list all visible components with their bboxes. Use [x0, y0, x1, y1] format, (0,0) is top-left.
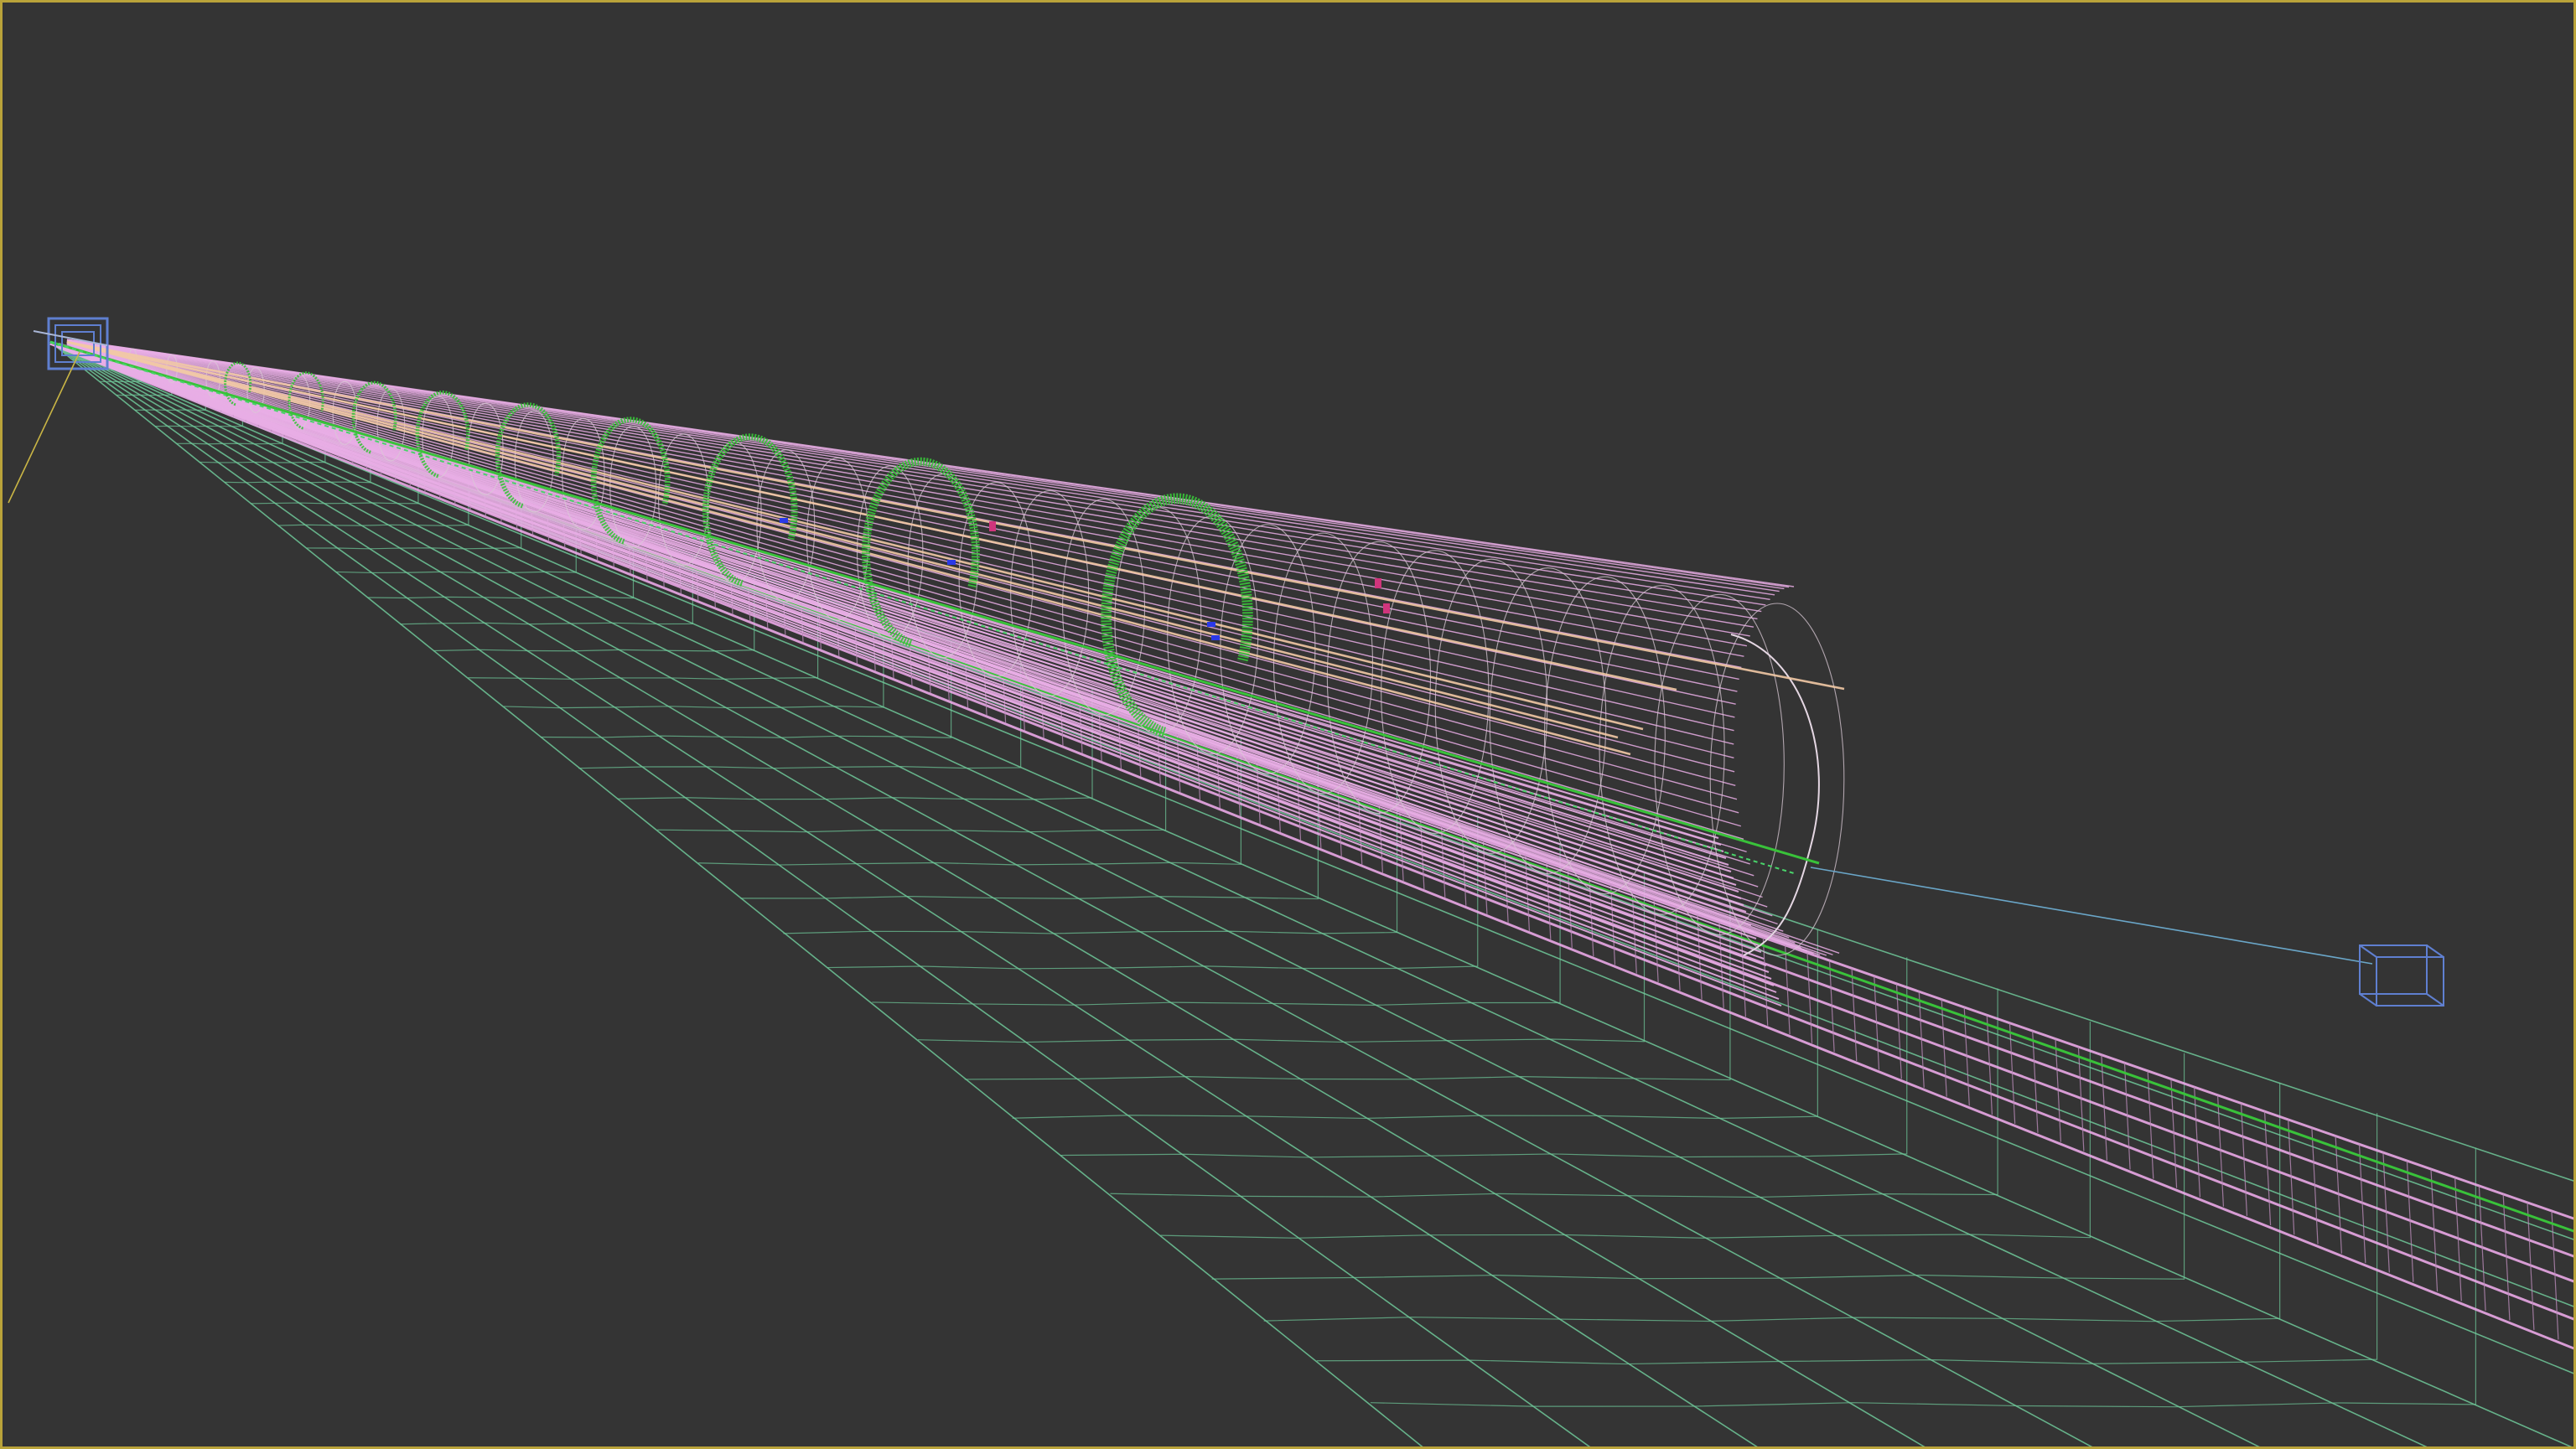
far-helper-box [2359, 944, 2444, 1007]
tunnel-floor-line [58, 346, 1775, 986]
tunnel-floor-line [58, 344, 1732, 872]
rail-line [49, 342, 2573, 1350]
tunnel-long-line [66, 341, 1739, 814]
blue-marker [1207, 622, 1215, 627]
tunnel-floor-line [58, 347, 1782, 1007]
tunnel-floor-line [58, 346, 1772, 980]
ground-cross-line [1110, 988, 1998, 1198]
far-helper-edge [2426, 944, 2444, 958]
tunnel-floor-line [58, 345, 1762, 953]
magenta-marker [989, 521, 996, 531]
tunnel-floor-line [58, 344, 1747, 913]
ground-cross-line [1316, 1113, 2378, 1365]
far-helper-edge [2359, 944, 2377, 958]
tunnel-long-line [66, 341, 1742, 827]
ground-edge-line [49, 341, 2573, 1446]
tunnel-floor-line [58, 343, 1729, 866]
blue-marker [1211, 635, 1220, 640]
tunnel-long-line [66, 339, 1758, 620]
ground-cross-line [1425, 1184, 2576, 1449]
ground-mesh[interactable] [49, 341, 2576, 1449]
blue-marker [780, 518, 788, 523]
ground-cross-line [1370, 1147, 2476, 1408]
wireframe-scene[interactable] [0, 0, 2576, 1449]
ground-edge-line [49, 341, 2093, 1446]
tunnel-mouth-outline [1730, 634, 1820, 956]
tunnel-floor-line [58, 346, 1770, 973]
tunnel-floor-line [58, 345, 1767, 966]
tunnel-floor-line [58, 344, 1734, 879]
tunnel-floor-line [58, 344, 1744, 906]
3d-viewport[interactable] [0, 0, 2576, 1449]
blue-marker [947, 560, 956, 565]
cable-line [66, 340, 1619, 739]
tunnel-shell[interactable] [58, 339, 1845, 1007]
tunnel-floor-line [58, 346, 1780, 1000]
ground-edge-line [49, 341, 2573, 1374]
ground-edge-line [49, 341, 1591, 1446]
magenta-marker [1375, 578, 1381, 588]
tunnel-floor-line [58, 344, 1737, 886]
tunnel-long-line [66, 339, 1775, 596]
target-line [8, 351, 80, 504]
far-helper-edge [2426, 993, 2444, 1007]
tunnel-floor-line [58, 346, 1777, 993]
ground-edge-line [49, 341, 1423, 1446]
magenta-marker [1383, 603, 1390, 613]
tunnel-floor-line [58, 344, 1752, 926]
tunnel-section [1654, 593, 1785, 935]
camera-line [1810, 867, 2373, 965]
far-helper-edge [2359, 993, 2377, 1007]
tunnel-long-line [66, 339, 1762, 613]
tunnel-floor-line [58, 344, 1742, 899]
rail-track[interactable] [49, 340, 2576, 1350]
scene-helpers[interactable] [8, 317, 2444, 1007]
